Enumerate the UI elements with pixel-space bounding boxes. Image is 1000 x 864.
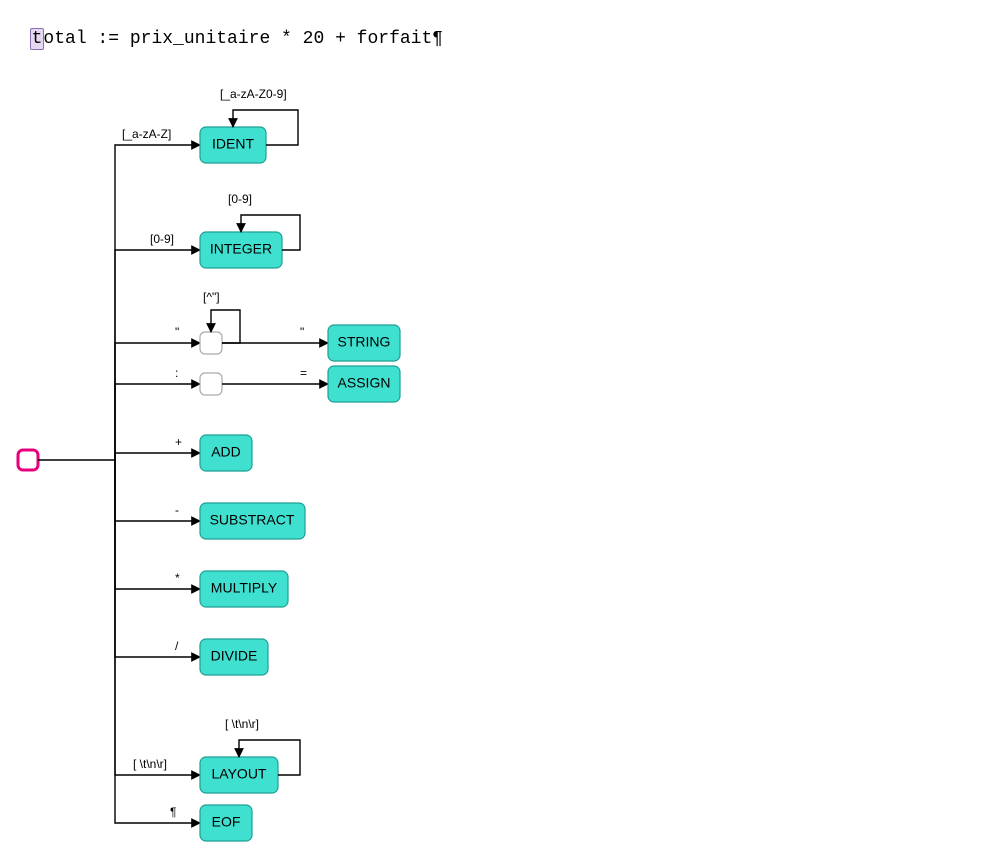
- node-label-mul: MULTIPLY: [211, 580, 278, 596]
- node-label-layout: LAYOUT: [212, 766, 267, 782]
- code-rest: otal := prix_unitaire * 20 + forfait¶: [43, 29, 443, 49]
- edge-label-ident: [_a-zA-Z]: [122, 127, 171, 141]
- edge-label-div: /: [175, 639, 179, 653]
- edge-string-1: [115, 343, 200, 460]
- edge-label-layout: [ \t\n\r]: [133, 757, 167, 771]
- edge-label-string-1: ": [175, 325, 179, 339]
- edge-label-mul: *: [175, 571, 180, 585]
- edge-add: [115, 453, 200, 460]
- edge-label-string-2: ": [300, 325, 304, 339]
- edge-label-add: +: [175, 435, 182, 449]
- edge-label-eof: ¶: [170, 805, 176, 819]
- edge-label-assign-2: =: [300, 366, 307, 380]
- edge-label-assign-1: :: [175, 366, 178, 380]
- edge-sub: [115, 460, 200, 521]
- edge-ident: [115, 145, 200, 460]
- edge-label-integer: [0-9]: [150, 232, 174, 246]
- lexer-diagram: [_a-zA-Z] IDENT [_a-zA-Z0-9] [0-9] INTEG…: [0, 60, 1000, 860]
- edge-layout: [115, 460, 200, 775]
- edge-integer: [115, 250, 200, 460]
- loop-label-ident: [_a-zA-Z0-9]: [220, 87, 287, 101]
- edge-div: [115, 460, 200, 657]
- node-label-ident: IDENT: [212, 136, 254, 152]
- mid-node-string: [200, 332, 222, 354]
- node-label-string: STRING: [338, 334, 391, 350]
- node-label-div: DIVIDE: [211, 648, 258, 664]
- start-node: [18, 450, 38, 470]
- node-label-sub: SUBSTRACT: [210, 512, 295, 528]
- code-line: total := prix_unitaire * 20 + forfait¶: [8, 8, 443, 50]
- loop-label-string-mid: [^"]: [203, 290, 220, 304]
- node-label-eof: EOF: [212, 814, 241, 830]
- node-label-add: ADD: [211, 444, 241, 460]
- mid-node-assign: [200, 373, 222, 395]
- loop-label-integer: [0-9]: [228, 192, 252, 206]
- edge-mul: [115, 460, 200, 589]
- node-label-integer: INTEGER: [210, 241, 272, 257]
- edge-assign-1: [115, 384, 200, 460]
- loop-label-layout: [ \t\n\r]: [225, 717, 259, 731]
- edge-label-sub: -: [175, 503, 179, 517]
- node-label-assign: ASSIGN: [338, 375, 391, 391]
